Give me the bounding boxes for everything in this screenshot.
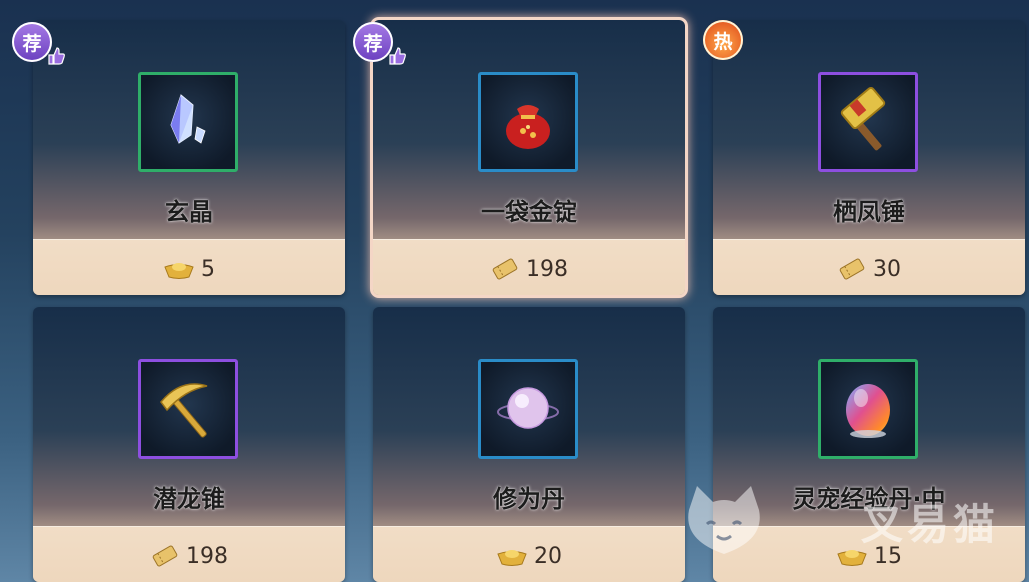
item-name: 栖凤锤 — [833, 198, 905, 226]
item-name: 潜龙锥 — [153, 485, 225, 513]
item-name: 一袋金锭 — [481, 198, 577, 226]
item-frame — [818, 359, 918, 459]
item-frame — [818, 72, 918, 172]
ticket-icon — [839, 258, 865, 280]
price-value: 5 — [201, 256, 215, 282]
ticket-icon — [492, 258, 518, 280]
ingot-icon — [164, 263, 194, 279]
item-frame — [138, 72, 238, 172]
item-frame — [138, 359, 238, 459]
price-row: 198 — [373, 253, 685, 285]
item-frame — [478, 359, 578, 459]
watermark-text: 叉易猫 — [860, 500, 999, 549]
price-row: 30 — [713, 253, 1025, 285]
red-bag-icon — [506, 105, 550, 149]
price-row: 20 — [373, 540, 685, 572]
price-row: 198 — [33, 540, 345, 572]
hammer-icon — [840, 86, 886, 151]
shop-item-card-xuanjing[interactable]: 玄晶 5 — [33, 20, 345, 295]
hot-badge: 热 — [703, 20, 743, 60]
shop-item-card-qifeng-hammer[interactable]: 栖凤锤 30 — [713, 20, 1025, 295]
price-footer: 198 — [33, 526, 345, 582]
shop-item-card-xiuwei-pill[interactable]: 修为丹 20 — [373, 307, 685, 582]
badge-label: 热 — [713, 30, 733, 53]
recommend-badge: 荐 — [12, 22, 65, 65]
ticket-icon — [152, 545, 178, 567]
cat-logo-icon — [688, 486, 760, 554]
price-footer: 30 — [713, 239, 1025, 295]
price-value: 20 — [534, 543, 562, 569]
pickaxe-icon — [160, 383, 208, 438]
recommend-badge: 荐 — [353, 22, 406, 65]
badge-label: 荐 — [22, 32, 42, 55]
shop-item-grid: 玄晶 5 一袋金锭 198 栖凤锤 30 潜龙锥 198 修为丹 20 灵宠经验… — [0, 0, 1029, 582]
price-value: 198 — [186, 543, 228, 569]
price-footer: 20 — [373, 526, 685, 582]
item-name: 修为丹 — [493, 485, 565, 513]
price-footer: 5 — [33, 239, 345, 295]
pearl-pill-icon — [497, 387, 559, 429]
price-value: 198 — [526, 256, 568, 282]
rainbow-pill-icon — [846, 384, 890, 438]
crystal-icon — [170, 94, 206, 144]
item-frame — [478, 72, 578, 172]
badge-label: 荐 — [363, 32, 383, 55]
shop-item-card-qianlong-pick[interactable]: 潜龙锥 198 — [33, 307, 345, 582]
shop-item-card-gold-bag[interactable]: 一袋金锭 198 — [370, 17, 688, 298]
price-footer: 198 — [373, 239, 685, 295]
thumbs-up-icon — [389, 47, 406, 65]
price-value: 30 — [873, 256, 901, 282]
ingot-icon — [497, 550, 527, 566]
item-name: 玄晶 — [165, 198, 213, 226]
thumbs-up-icon — [48, 47, 65, 65]
price-row: 5 — [33, 253, 345, 285]
